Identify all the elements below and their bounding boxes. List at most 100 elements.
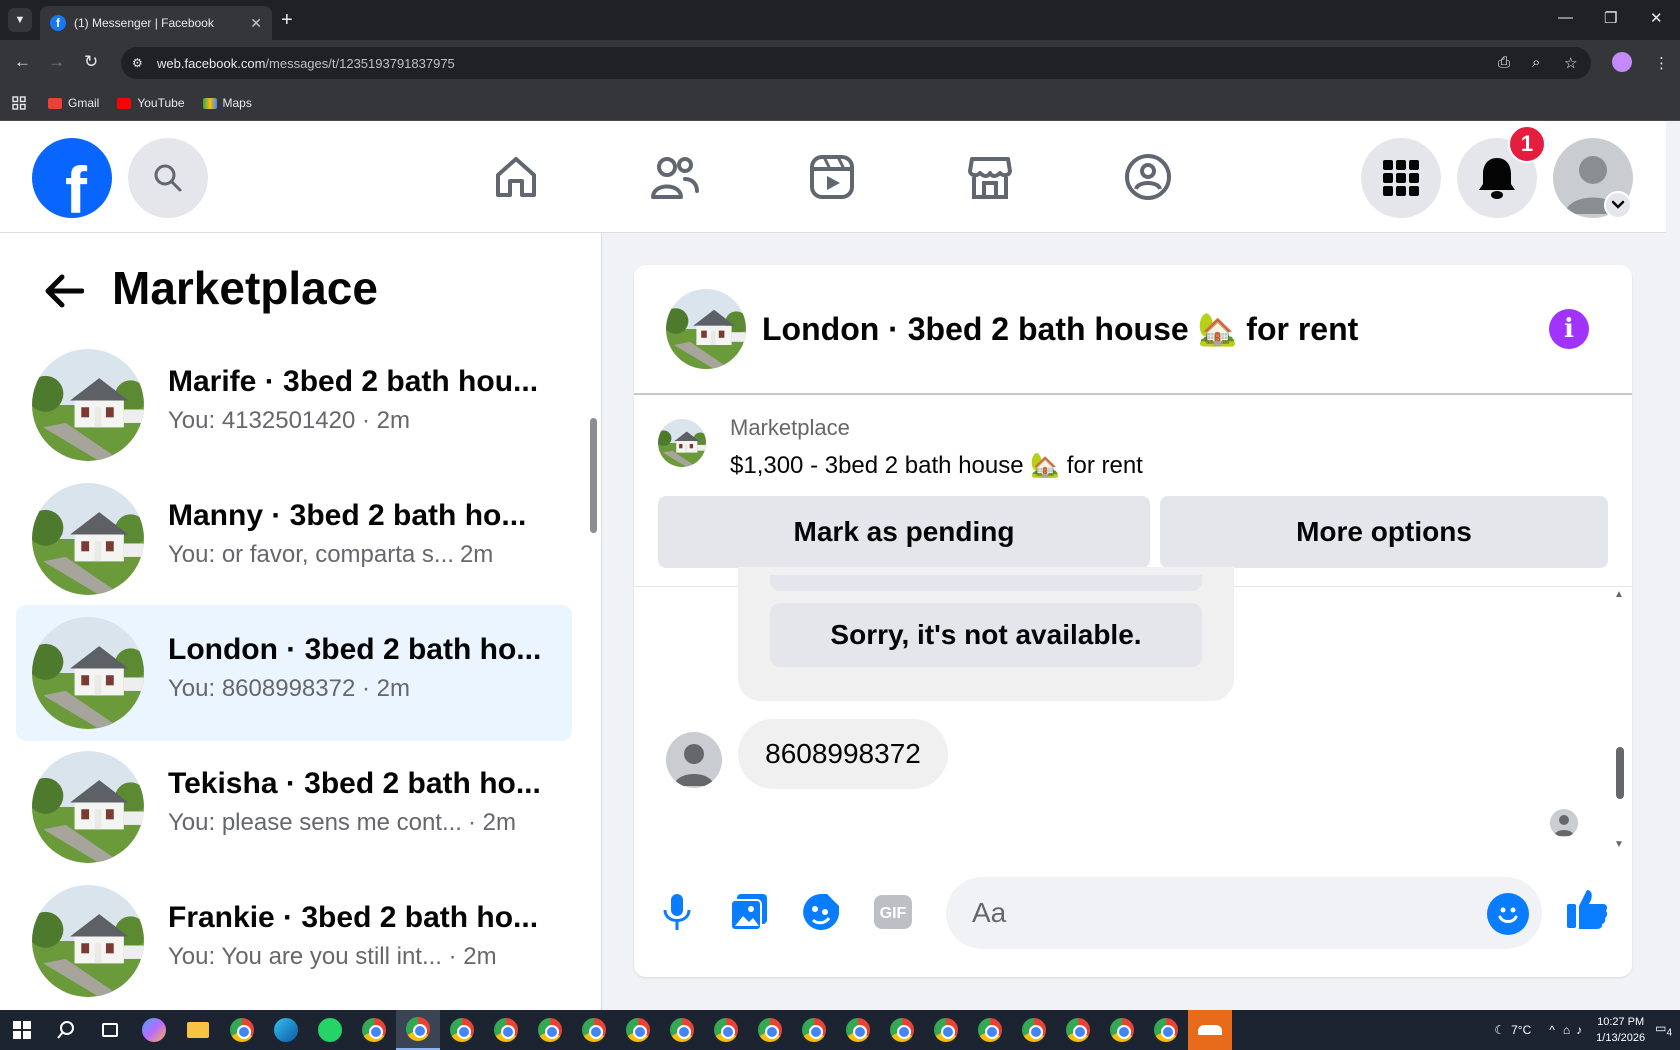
install-app-icon[interactable]: ⎙ — [1498, 54, 1510, 71]
snippet-time: 2m — [459, 541, 494, 568]
restore-window-icon[interactable]: ❐ — [1604, 9, 1617, 27]
chrome-taskbar-icon[interactable] — [660, 1010, 704, 1050]
chrome-taskbar-icon[interactable] — [792, 1010, 836, 1050]
conversation-item[interactable]: Manny · 3bed 2 bath ho... You: or favor, … — [16, 471, 572, 607]
back-button[interactable] — [42, 269, 86, 313]
emoji-button[interactable] — [1487, 893, 1529, 935]
listing-description[interactable]: $1,300 - 3bed 2 bath house 🏡 for rent — [730, 451, 1143, 480]
start-button[interactable] — [0, 1010, 44, 1050]
network-icon[interactable]: ⌂ — [1563, 1023, 1570, 1037]
whatsapp-icon[interactable] — [308, 1010, 352, 1050]
browser-tab[interactable]: f (1) Messenger | Facebook ✕ — [40, 6, 272, 40]
weather-temp[interactable]: 7°C — [1511, 1023, 1531, 1037]
clock[interactable]: 10:27 PM 1/13/2026 — [1596, 1014, 1645, 1046]
gif-button[interactable]: GIF — [870, 889, 916, 935]
facebook-logo-icon[interactable]: f — [32, 138, 112, 218]
chrome-taskbar-icon[interactable] — [748, 1010, 792, 1050]
back-icon[interactable]: ← — [14, 52, 31, 72]
tab-search-button[interactable]: ▼ — [8, 8, 32, 32]
search-icon — [154, 164, 182, 192]
site-info-icon[interactable]: ⚙ — [132, 56, 143, 70]
taskbar-search-button[interactable] — [44, 1010, 88, 1050]
mark-as-pending-button[interactable]: Mark as pending — [658, 496, 1150, 568]
chevron-up-icon[interactable]: ^ — [1549, 1023, 1555, 1037]
sender-avatar — [666, 732, 722, 788]
chrome-taskbar-icon[interactable] — [704, 1010, 748, 1050]
chrome-taskbar-icon[interactable] — [1100, 1010, 1144, 1050]
cloudflare-icon[interactable] — [1188, 1010, 1232, 1050]
chrome-taskbar-icon[interactable] — [220, 1010, 264, 1050]
chrome-taskbar-icon[interactable] — [616, 1010, 660, 1050]
chrome-taskbar-icon[interactable] — [1012, 1010, 1056, 1050]
chrome-taskbar-icon[interactable] — [968, 1010, 1012, 1050]
conversation-item[interactable]: Frankie · 3bed 2 bath ho... You: You are … — [16, 873, 572, 1009]
chrome-taskbar-icon[interactable] — [880, 1010, 924, 1050]
scroll-up-arrow-icon[interactable]: ▲ — [1614, 589, 1624, 600]
listing-thumbnail[interactable] — [666, 289, 746, 369]
sticker-button[interactable] — [798, 889, 844, 935]
conversation-item[interactable]: London · 3bed 2 bath ho... You: 860899837… — [16, 605, 572, 741]
bookmark-star-icon[interactable]: ☆ — [1564, 54, 1577, 72]
task-view-icon[interactable] — [88, 1010, 132, 1050]
menu-button[interactable] — [1361, 138, 1441, 218]
nav-video[interactable] — [806, 151, 858, 203]
attach-photo-button[interactable] — [726, 889, 772, 935]
nav-friends[interactable] — [648, 151, 700, 203]
nav-groups[interactable] — [1122, 151, 1174, 203]
account-dropdown-button[interactable] — [1604, 191, 1632, 219]
nav-marketplace[interactable] — [964, 151, 1016, 203]
notification-center-icon[interactable]: ▭4 — [1655, 1021, 1672, 1038]
message-bubble[interactable]: 8608998372 — [738, 719, 948, 789]
close-window-icon[interactable]: ✕ — [1650, 9, 1663, 27]
search-button[interactable] — [128, 138, 208, 218]
profile-avatar-icon[interactable] — [1612, 52, 1632, 72]
like-send-button[interactable] — [1564, 885, 1610, 931]
chrome-taskbar-icon[interactable] — [440, 1010, 484, 1050]
chrome-taskbar-icon[interactable] — [484, 1010, 528, 1050]
apps-grid-icon[interactable] — [12, 96, 26, 110]
chrome-taskbar-icon[interactable] — [572, 1010, 616, 1050]
nav-home[interactable] — [490, 151, 542, 203]
file-explorer-icon[interactable] — [176, 1010, 220, 1050]
voice-clip-button[interactable] — [654, 889, 700, 935]
info-icon[interactable]: i — [1549, 309, 1589, 349]
reload-icon[interactable]: ↻ — [84, 52, 98, 72]
windows-logo-icon — [13, 1021, 31, 1039]
scrollbar-thumb[interactable] — [590, 418, 597, 533]
url-path: /messages/t/1235193791837975 — [265, 55, 455, 71]
close-tab-icon[interactable]: ✕ — [250, 15, 262, 32]
conversation-list-panel: Marketplace Marife · 3bed 2 bath hou... Y… — [0, 233, 602, 1010]
zoom-icon[interactable]: ⌕ — [1532, 54, 1540, 71]
edge-icon[interactable] — [264, 1010, 308, 1050]
menu-kebab-icon[interactable]: ⋮ — [1654, 54, 1669, 72]
volume-icon[interactable]: ♪ — [1576, 1023, 1582, 1037]
chrome-taskbar-icon[interactable] — [352, 1010, 396, 1050]
thread-scrollbar-thumb[interactable] — [1616, 747, 1624, 799]
listing-thumbnail-small[interactable] — [658, 419, 706, 467]
facebook-top-nav: f — [0, 121, 1666, 233]
conversation-item[interactable]: Tekisha · 3bed 2 bath ho... You: please s… — [16, 739, 572, 875]
chrome-taskbar-icon[interactable] — [1144, 1010, 1188, 1050]
chrome-taskbar-icon[interactable] — [528, 1010, 572, 1050]
url-bar[interactable]: web.facebook.com/messages/t/123519379183… — [121, 47, 1591, 79]
seen-receipt-avatar — [1550, 809, 1578, 837]
chrome-taskbar-icon[interactable] — [836, 1010, 880, 1050]
copilot-icon[interactable] — [132, 1010, 176, 1050]
bookmark-youtube[interactable]: YouTube — [117, 96, 185, 110]
chrome-taskbar-icon[interactable] — [1056, 1010, 1100, 1050]
conversation-item[interactable]: Marife · 3bed 2 bath hou... You: 41325014… — [16, 337, 572, 473]
bookmark-maps[interactable]: Maps — [202, 96, 252, 110]
forward-icon[interactable]: → — [48, 52, 65, 72]
message-input[interactable] — [946, 877, 1542, 949]
new-tab-button[interactable]: + — [281, 9, 293, 32]
minimize-window-icon[interactable]: — — [1558, 9, 1573, 26]
scroll-down-arrow-icon[interactable]: ▼ — [1614, 839, 1624, 850]
chrome-taskbar-icon[interactable] — [924, 1010, 968, 1050]
more-options-button[interactable]: More options — [1160, 496, 1608, 568]
snippet-text: You: or favor, comparta s... — [168, 541, 454, 568]
weather-icon[interactable]: ☾ — [1494, 1023, 1505, 1037]
bookmark-gmail[interactable]: Gmail — [48, 96, 99, 110]
quick-reply-option[interactable] — [770, 575, 1202, 591]
chrome-taskbar-icon-active[interactable] — [396, 1010, 440, 1050]
quick-reply-not-available[interactable]: Sorry, it's not available. — [770, 603, 1202, 667]
